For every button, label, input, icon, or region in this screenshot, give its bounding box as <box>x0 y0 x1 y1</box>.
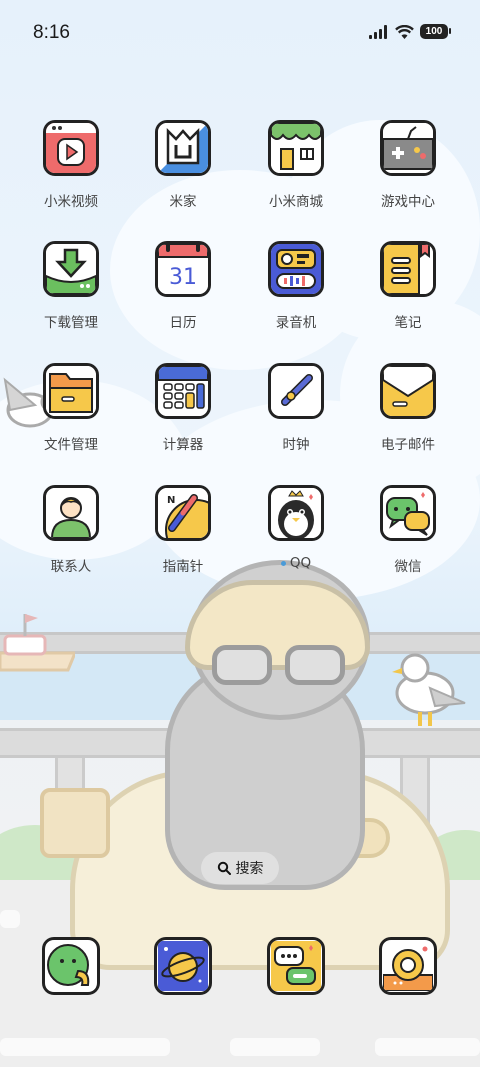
app-notes[interactable]: 笔记 <box>358 241 458 331</box>
app-download-manager[interactable]: 下载管理 <box>21 241 121 331</box>
app-label: 联系人 <box>50 559 92 575</box>
dock-browser[interactable] <box>133 937 233 995</box>
store-icon <box>268 120 324 176</box>
status-bar: 8:16 100 <box>0 0 480 68</box>
app-label: 计算器 <box>162 437 204 453</box>
app-label: 指南针 <box>162 559 204 575</box>
app-label: 文件管理 <box>44 437 98 453</box>
video-play-icon <box>43 120 99 176</box>
browser-icon <box>154 937 212 995</box>
app-label: 录音机 <box>275 315 317 331</box>
messages-icon <box>267 937 325 995</box>
battery-icon: 100 <box>420 24 451 39</box>
app-calendar[interactable]: 31 日历 <box>133 241 233 331</box>
calculator-icon <box>155 363 211 419</box>
glasses <box>285 645 345 685</box>
dock-messages[interactable] <box>246 937 346 995</box>
status-icons: 100 <box>369 24 451 39</box>
app-label: 微信 <box>394 559 422 575</box>
app-compass[interactable]: N 指南针 <box>133 485 233 575</box>
app-label: 时钟 <box>282 437 310 453</box>
dock-phone[interactable] <box>21 937 121 995</box>
app-game-center[interactable]: 游戏中心 <box>358 120 458 210</box>
camera-icon <box>379 937 437 995</box>
mijia-icon <box>155 120 211 176</box>
basket <box>40 788 110 858</box>
phone-icon <box>42 937 100 995</box>
glasses <box>212 645 272 685</box>
gamepad-icon <box>380 120 436 176</box>
notes-icon <box>380 241 436 297</box>
app-label: 小米视频 <box>44 194 98 210</box>
calendar-icon: 31 <box>155 241 211 297</box>
app-label: 电子邮件 <box>381 437 435 453</box>
folder-icon <box>43 363 99 419</box>
app-clock[interactable]: 时钟 <box>246 363 346 453</box>
search-label: 搜索 <box>235 861 264 877</box>
qq-penguin-icon <box>268 485 324 541</box>
lane-mark <box>0 1038 170 1056</box>
clock-icon <box>268 363 324 419</box>
download-icon <box>43 241 99 297</box>
search-button[interactable]: 搜索 <box>201 852 279 884</box>
lane-mark <box>375 1038 480 1056</box>
app-label: QQ <box>280 555 312 571</box>
app-label: 笔记 <box>394 315 422 331</box>
lane-mark <box>230 1038 320 1056</box>
search-icon <box>217 861 231 875</box>
recorder-icon <box>268 241 324 297</box>
app-label: 日历 <box>169 315 197 331</box>
app-qq[interactable]: QQ <box>246 485 346 571</box>
app-recorder[interactable]: 录音机 <box>246 241 346 331</box>
wechat-icon <box>380 485 436 541</box>
dock-camera[interactable] <box>358 937 458 995</box>
app-calculator[interactable]: 计算器 <box>133 363 233 453</box>
mail-icon <box>380 363 436 419</box>
seagull <box>392 653 466 726</box>
app-label: 小米商城 <box>269 194 323 210</box>
status-time: 8:16 <box>33 22 70 43</box>
app-label: 游戏中心 <box>381 194 435 210</box>
app-label-text: QQ <box>289 555 312 571</box>
app-wechat[interactable]: 微信 <box>358 485 458 575</box>
app-xiaomi-video[interactable]: 小米视频 <box>21 120 121 210</box>
contacts-icon <box>43 485 99 541</box>
app-label: 下载管理 <box>44 315 98 331</box>
signal-icon <box>369 24 387 39</box>
calendar-day: 31 <box>169 265 197 290</box>
app-email[interactable]: 电子邮件 <box>358 363 458 453</box>
app-xiaomi-store[interactable]: 小米商城 <box>246 120 346 210</box>
svg-text:N: N <box>167 495 175 506</box>
new-install-dot <box>280 560 286 566</box>
app-contacts[interactable]: 联系人 <box>21 485 121 575</box>
boat <box>0 614 75 672</box>
app-file-manager[interactable]: 文件管理 <box>21 363 121 453</box>
lane-mark <box>0 910 20 928</box>
app-label: 米家 <box>169 194 197 210</box>
app-mijia[interactable]: 米家 <box>133 120 233 210</box>
compass-icon: N <box>155 485 211 541</box>
wifi-icon <box>395 24 414 39</box>
